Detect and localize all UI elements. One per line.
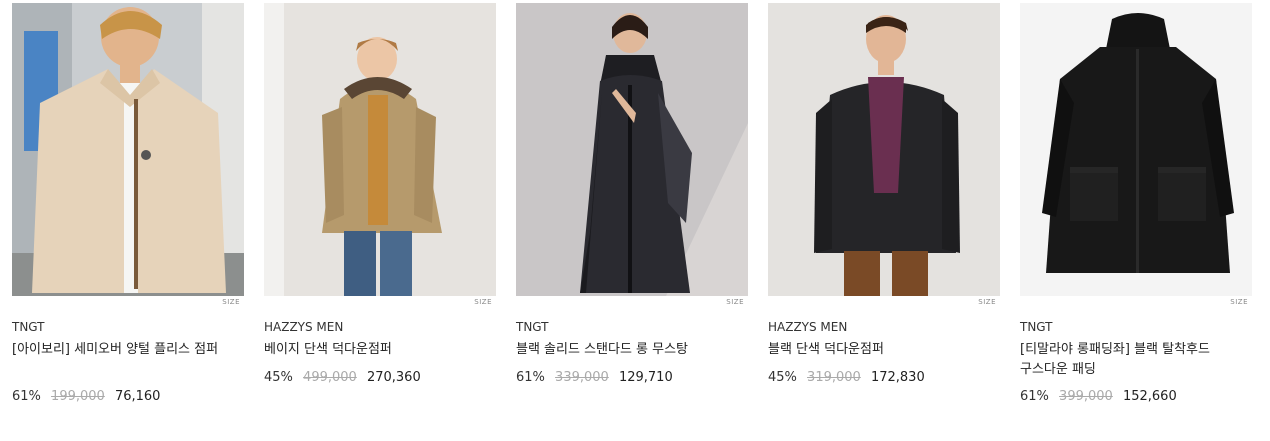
product-grid: SIZE TNGT [아이보리] 세미오버 양털 플리스 점퍼 61% 199,… [0,0,1270,441]
discount-rate: 45% [768,370,797,385]
discount-rate: 61% [516,370,545,385]
product-name[interactable]: 블랙 솔리드 스탠다드 롱 무스탕 [516,340,728,360]
product-image[interactable] [12,3,244,296]
original-price: 499,000 [303,370,357,385]
sale-price: 172,830 [870,370,925,385]
original-price: 199,000 [51,389,105,404]
price-row: 61% 199,000 76,160 [12,389,160,404]
original-price: 319,000 [807,370,861,385]
sale-price: 129,710 [618,370,673,385]
product-brand[interactable]: TNGT [12,320,45,334]
sale-price: 152,660 [1122,389,1177,404]
size-tag[interactable]: SIZE [474,298,492,306]
price-row: 61% 339,000 129,710 [516,370,673,385]
price-row: 45% 319,000 172,830 [768,370,925,385]
discount-rate: 45% [264,370,293,385]
sale-price: 270,360 [366,370,421,385]
original-price: 339,000 [555,370,609,385]
size-tag[interactable]: SIZE [1230,298,1248,306]
product-name[interactable]: 베이지 단색 덕다운점퍼 [264,340,476,360]
price-row: 45% 499,000 270,360 [264,370,421,385]
product-name[interactable]: [티말라야 롱패딩좌] 블랙 탈착후드 구스다운 패딩 [1020,340,1232,380]
size-tag[interactable]: SIZE [222,298,240,306]
product-brand[interactable]: TNGT [1020,320,1053,334]
size-tag[interactable]: SIZE [978,298,996,306]
discount-rate: 61% [12,389,41,404]
size-tag[interactable]: SIZE [726,298,744,306]
product-name[interactable]: [아이보리] 세미오버 양털 플리스 점퍼 [12,340,224,360]
price-row: 61% 399,000 152,660 [1020,389,1177,404]
product-brand[interactable]: HAZZYS MEN [264,320,343,334]
original-price: 399,000 [1059,389,1113,404]
product-image[interactable] [264,3,496,296]
product-brand[interactable]: HAZZYS MEN [768,320,847,334]
product-brand[interactable]: TNGT [516,320,549,334]
product-name[interactable]: 블랙 단색 덕다운점퍼 [768,340,980,360]
product-image[interactable] [768,3,1000,296]
discount-rate: 61% [1020,389,1049,404]
product-image[interactable] [1020,3,1252,296]
product-image[interactable] [516,3,748,296]
sale-price: 76,160 [114,389,161,404]
